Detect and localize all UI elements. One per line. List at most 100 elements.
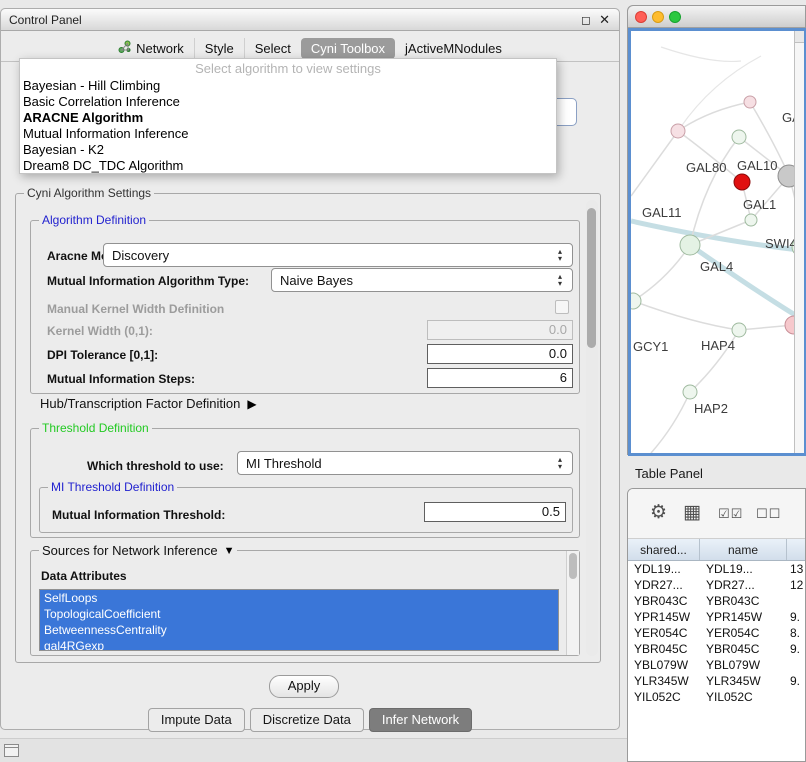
network-edge[interactable] [678, 56, 761, 131]
network-node-label: HAP2 [694, 401, 728, 416]
table-row[interactable]: YBR043CYBR043C [628, 593, 805, 609]
network-edge[interactable] [633, 245, 690, 301]
group-title: Algorithm Definition [39, 213, 149, 227]
dpi-tolerance-field[interactable]: 0.0 [427, 344, 573, 364]
network-edge[interactable] [633, 301, 739, 330]
network-node[interactable] [631, 293, 641, 309]
select-all-icon[interactable]: ☑☑ [718, 506, 743, 522]
control-panel-titlebar[interactable]: Control Panel ◻ ✕ [1, 9, 619, 31]
network-window-titlebar[interactable] [628, 6, 805, 28]
mi-steps-field[interactable]: 6 [427, 368, 573, 388]
mi-algorithm-type-combo[interactable]: Naive Bayes [271, 268, 573, 292]
network-edge[interactable] [661, 47, 741, 61]
column-header-name[interactable]: name [700, 539, 787, 560]
which-threshold-combo[interactable]: MI Threshold [237, 451, 573, 475]
list-item[interactable]: SelfLoops [40, 590, 558, 606]
mi-steps-label: Mutual Information Steps: [47, 372, 195, 386]
network-graph[interactable]: GALGAL80GAL10GAL11GAL1SWI4GAL4GCY1HAP4HA… [631, 31, 804, 453]
list-item[interactable]: BetweennessCentrality [40, 622, 558, 638]
network-node[interactable] [680, 235, 700, 255]
tab-network[interactable]: Network [108, 37, 194, 59]
network-edge[interactable] [651, 392, 690, 453]
hub-transcription-factor-section[interactable]: Hub/Transcription Factor Definition ▶ [40, 396, 257, 411]
tab-infer-network[interactable]: Infer Network [369, 708, 472, 732]
scrollbar-arrow-box[interactable] [795, 31, 804, 43]
table-row[interactable]: YPR145WYPR145W9. [628, 609, 805, 625]
minimize-traffic-light-icon[interactable] [652, 11, 664, 23]
mi-threshold-field[interactable]: 0.5 [424, 502, 566, 522]
network-canvas[interactable]: GALGAL80GAL10GAL11GAL1SWI4GAL4GCY1HAP4HA… [628, 28, 806, 456]
list-item[interactable]: Bayesian - K2 [20, 142, 556, 158]
network-edge[interactable] [631, 131, 678, 196]
settings-scrollbar[interactable] [586, 200, 598, 656]
list-item[interactable]: Dream8 DC_TDC Algorithm [20, 158, 556, 174]
list-item[interactable]: TopologicalCoefficient [40, 606, 558, 622]
network-node[interactable] [745, 214, 757, 226]
scrollbar-thumb[interactable] [587, 208, 596, 348]
column-header-shared-name[interactable]: shared... [628, 539, 700, 560]
close-traffic-light-icon[interactable] [635, 11, 647, 23]
show-columns-icon[interactable]: ▦ [683, 501, 701, 524]
table-row[interactable]: YDL19...YDL19...13 [628, 561, 805, 577]
table-cell: 8. [787, 625, 805, 641]
list-item[interactable]: gal4RGexp [40, 638, 558, 651]
manual-kernel-width-checkbox[interactable] [555, 300, 569, 314]
table-cell: 9. [787, 609, 805, 625]
expand-arrow-icon[interactable]: ▶ [247, 397, 256, 411]
data-attributes-list[interactable]: SelfLoopsTopologicalCoefficientBetweenne… [39, 589, 559, 651]
table-cell [787, 689, 805, 705]
group-title-wrap: Sources for Network Inference▼ [39, 543, 237, 558]
hub-section-label: Hub/Transcription Factor Definition [40, 396, 240, 411]
apply-button[interactable]: Apply [269, 675, 339, 698]
table-row[interactable]: YIL052CYIL052C [628, 689, 805, 705]
network-node[interactable] [671, 124, 685, 138]
panel-dock-icon[interactable] [4, 744, 19, 757]
tab-impute-data[interactable]: Impute Data [148, 708, 245, 732]
tab-jactivemnodules[interactable]: jActiveMNodules [395, 38, 512, 59]
cyni-algorithm-settings-group[interactable]: Cyni Algorithm Settings Algorithm Defini… [15, 193, 601, 663]
tab-label: jActiveMNodules [405, 41, 502, 56]
tab-style[interactable]: Style [194, 38, 244, 59]
network-node[interactable] [734, 174, 750, 190]
table-cell: YIL052C [700, 689, 787, 705]
threshold-definition-group: Threshold Definition Which threshold to … [30, 428, 580, 538]
table-row[interactable]: YBR045CYBR045C9. [628, 641, 805, 657]
network-node[interactable] [732, 130, 746, 144]
collapse-arrow-icon[interactable]: ▼ [224, 545, 235, 557]
list-item[interactable]: ARACNE Algorithm [20, 110, 556, 126]
network-node-label: GAL1 [743, 197, 776, 212]
table-cell: YBL079W [700, 657, 787, 673]
data-attributes-label: Data Attributes [41, 569, 127, 583]
attributes-list-scrollbar[interactable] [566, 551, 579, 655]
list-item[interactable]: Bayesian - Hill Climbing [20, 78, 556, 94]
column-header-partial[interactable] [787, 539, 805, 560]
network-node[interactable] [683, 385, 697, 399]
list-item[interactable]: Basic Correlation Inference [20, 94, 556, 110]
table-row[interactable]: YLR345WYLR345W9. [628, 673, 805, 689]
scrollbar-thumb[interactable] [569, 553, 577, 579]
tab-select[interactable]: Select [244, 38, 301, 59]
table-row[interactable]: YBL079WYBL079W [628, 657, 805, 673]
table-cell [787, 657, 805, 673]
table-row[interactable]: YER054CYER054C8. [628, 625, 805, 641]
network-vertical-scrollbar[interactable] [794, 31, 804, 453]
table-cell: YER054C [628, 625, 700, 641]
table-cell: YDL19... [628, 561, 700, 577]
tab-discretize-data[interactable]: Discretize Data [250, 708, 364, 732]
list-item[interactable]: Mutual Information Inference [20, 126, 556, 142]
deselect-all-icon[interactable]: ☐☐ [756, 506, 781, 522]
network-edge[interactable] [690, 137, 739, 245]
table-row[interactable]: YDR27...YDR27...12 [628, 577, 805, 593]
table-cell: YBR043C [628, 593, 700, 609]
aracne-mode-combo[interactable]: Discovery [103, 243, 573, 267]
combo-arrows-icon [558, 248, 567, 262]
network-node[interactable] [732, 323, 746, 337]
float-window-icon[interactable]: ◻ [581, 13, 591, 27]
tab-cyni-toolbox[interactable]: Cyni Toolbox [301, 38, 395, 59]
table-body[interactable]: YDL19...YDL19...13YDR27...YDR27...12YBR0… [628, 561, 805, 761]
network-edge[interactable] [690, 245, 804, 323]
zoom-traffic-light-icon[interactable] [669, 11, 681, 23]
settings-gear-icon[interactable]: ⚙ [650, 501, 667, 524]
close-window-icon[interactable]: ✕ [599, 12, 610, 28]
network-node[interactable] [744, 96, 756, 108]
